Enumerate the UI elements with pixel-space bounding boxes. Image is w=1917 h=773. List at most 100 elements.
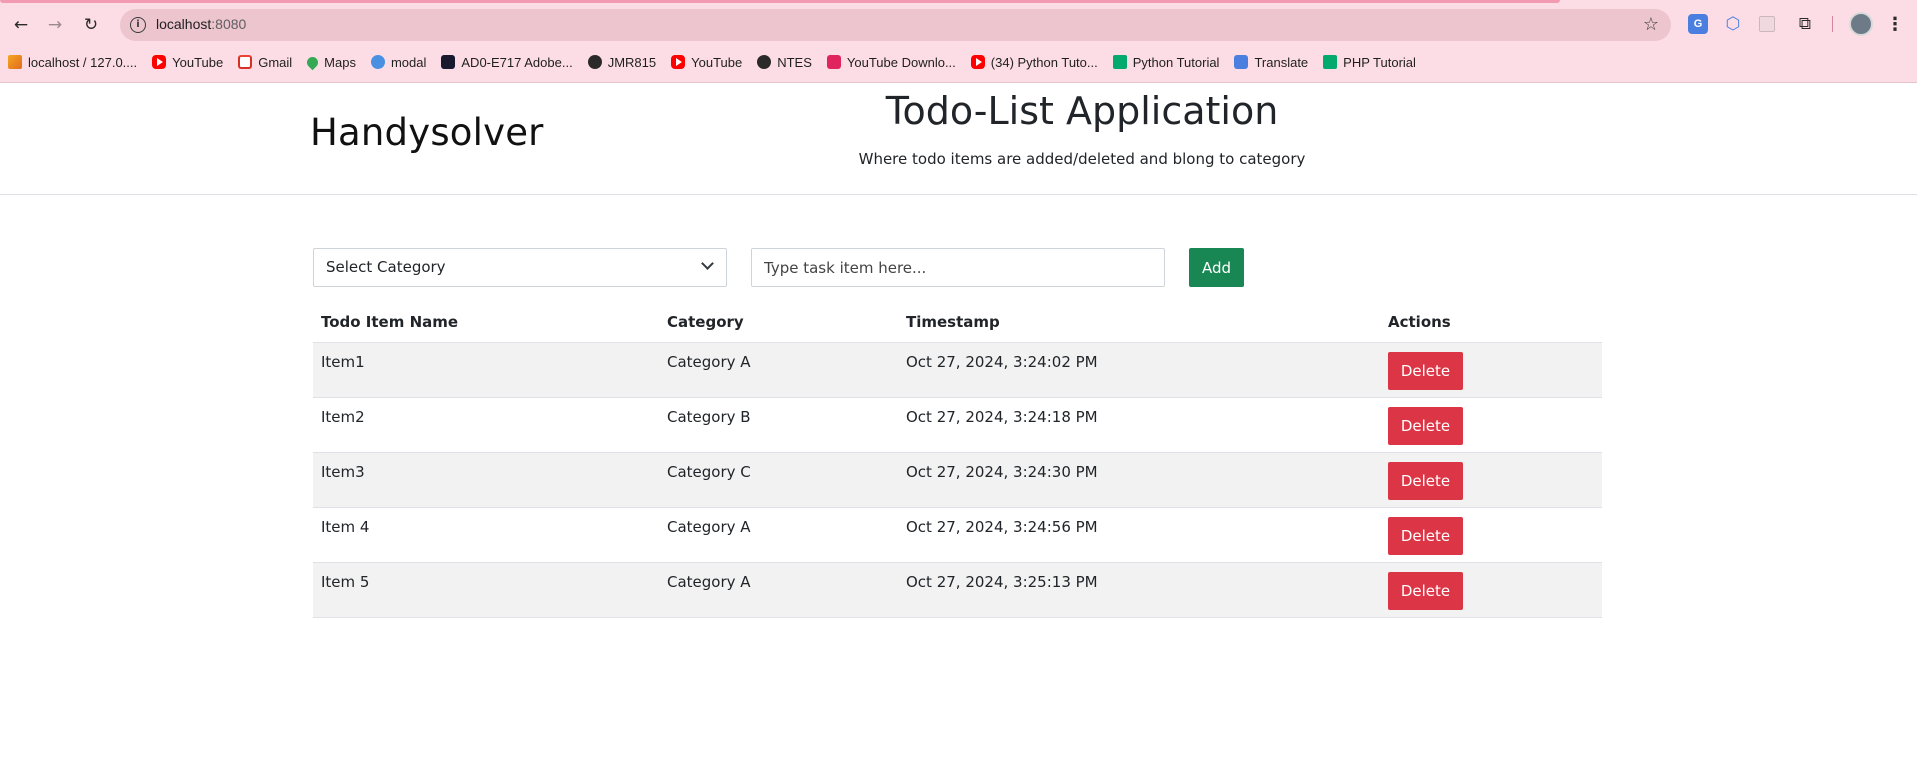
bookmark-label: localhost / 127.0....	[28, 54, 138, 70]
todo-item-category: Category A	[659, 507, 898, 563]
todo-item-name: Item1	[313, 342, 659, 398]
w3schools-icon	[1323, 55, 1338, 69]
address-url[interactable]: localhost:8080	[156, 16, 246, 32]
table-row: Item 4 Category A Oct 27, 2024, 3:24:56 PM…	[313, 507, 1602, 563]
todo-table-body: Item1 Category A Oct 27, 2024, 3:24:02 PM D…	[313, 342, 1602, 618]
bookmark-item[interactable]: JMR815	[587, 52, 657, 72]
delete-button[interactable]: Delete	[1388, 516, 1463, 555]
bookmark-item[interactable]: modal	[370, 52, 427, 72]
bookmark-item[interactable]: YouTube Downlo...	[826, 52, 956, 72]
url-host: localhost	[156, 16, 212, 32]
profile-avatar-icon[interactable]	[1849, 12, 1873, 36]
table-row: Item1 Category A Oct 27, 2024, 3:24:02 PM D…	[313, 342, 1602, 398]
bookmark-label: (34) Python Tuto...	[990, 54, 1098, 70]
translate-extension-icon[interactable]: G	[1688, 14, 1708, 34]
youtube-icon	[970, 55, 985, 69]
extension-grid-icon[interactable]	[1759, 16, 1775, 32]
todo-item-category: Category A	[659, 342, 898, 398]
todo-item-actions: Delete	[1380, 342, 1602, 398]
adobe-icon	[441, 55, 456, 69]
bookmark-label: YouTube	[691, 54, 743, 70]
todo-item-timestamp: Oct 27, 2024, 3:24:56 PM	[898, 507, 1380, 563]
todo-item-category: Category C	[659, 452, 898, 508]
bookmark-label: Gmail	[258, 54, 293, 70]
todo-item-timestamp: Oct 27, 2024, 3:25:13 PM	[898, 562, 1380, 618]
site-info-icon[interactable]: i	[130, 17, 146, 33]
todo-item-name: Item3	[313, 452, 659, 508]
xampp-icon	[8, 55, 22, 69]
brand-name: Handysolver	[310, 111, 544, 154]
bookmark-item[interactable]: YouTube	[152, 52, 223, 72]
maps-icon	[304, 54, 321, 70]
bookmark-item[interactable]: PHP Tutorial	[1323, 52, 1416, 72]
youtube-icon	[152, 55, 167, 69]
table-row: Item 5 Category A Oct 27, 2024, 3:25:13 PM…	[313, 562, 1602, 618]
bookmark-label: Python Tutorial	[1132, 54, 1220, 70]
todo-item-name: Item 5	[313, 562, 659, 618]
todo-table: Todo Item Name Category Timestamp Action…	[313, 302, 1602, 618]
toolbar-divider	[1832, 16, 1833, 32]
todo-item-timestamp: Oct 27, 2024, 3:24:30 PM	[898, 452, 1380, 508]
add-button[interactable]: Add	[1189, 248, 1244, 287]
globe-icon	[587, 55, 602, 69]
bookmark-item[interactable]: localhost / 127.0....	[8, 52, 137, 72]
translate-icon	[1234, 55, 1249, 69]
table-header-row: Todo Item Name Category Timestamp Action…	[313, 302, 1602, 343]
category-select-value: Select Category	[326, 258, 446, 276]
bookmark-label: Maps	[324, 54, 356, 70]
todo-item-actions: Delete	[1380, 562, 1602, 618]
bookmark-item[interactable]: NTES	[757, 52, 812, 72]
bookmark-item[interactable]: Translate	[1234, 52, 1308, 72]
bookmark-label: YouTube	[172, 54, 224, 70]
tab-strip-accent	[0, 0, 1560, 3]
bookmark-label: modal	[390, 54, 427, 70]
bookmark-item[interactable]: Gmail	[238, 52, 292, 72]
todo-item-actions: Delete	[1380, 507, 1602, 563]
reload-icon[interactable]: ↻	[78, 12, 104, 38]
back-icon[interactable]: ←	[8, 12, 34, 38]
todo-item-timestamp: Oct 27, 2024, 3:24:18 PM	[898, 397, 1380, 453]
page-subtitle: Where todo items are added/deleted and b…	[858, 150, 1306, 168]
header-actions: Actions	[1380, 302, 1602, 343]
bookmark-item[interactable]: Python Tutorial	[1112, 52, 1220, 72]
forward-icon[interactable]: →	[42, 12, 68, 38]
delete-button[interactable]: Delete	[1388, 571, 1463, 610]
todo-item-actions: Delete	[1380, 452, 1602, 508]
bookmark-label: Translate	[1254, 54, 1309, 70]
globe-icon	[757, 55, 772, 69]
todo-item-actions: Delete	[1380, 397, 1602, 453]
youtube-icon	[671, 55, 686, 69]
bookmark-item[interactable]: (34) Python Tuto...	[970, 52, 1098, 72]
modal-icon	[370, 55, 385, 69]
address-bar[interactable]: i localhost:8080 ☆	[120, 9, 1671, 41]
bookmarks-bar: localhost / 127.0.... YouTube Gmail Maps mod…	[8, 52, 1431, 72]
browser-menu-icon[interactable]: ⋮	[1885, 14, 1905, 35]
extension-hexagon-icon[interactable]: ⬡	[1723, 14, 1743, 34]
delete-button[interactable]: Delete	[1388, 461, 1463, 500]
download-icon	[826, 55, 841, 69]
bookmark-label: JMR815	[607, 54, 657, 70]
page-header: Handysolver Todo-List Application Where …	[0, 83, 1917, 195]
header-todo-item-name: Todo Item Name	[313, 302, 659, 343]
add-todo-form: Select Category Add	[0, 248, 1917, 288]
header-timestamp: Timestamp	[898, 302, 1380, 343]
url-port: :8080	[211, 16, 247, 32]
todo-item-timestamp: Oct 27, 2024, 3:24:02 PM	[898, 342, 1380, 398]
delete-button[interactable]: Delete	[1388, 406, 1463, 445]
category-select[interactable]: Select Category	[313, 248, 727, 287]
todo-item-name: Item2	[313, 397, 659, 453]
bookmark-item[interactable]: AD0-E717 Adobe...	[441, 52, 573, 72]
task-input[interactable]	[751, 248, 1165, 287]
table-row: Item2 Category B Oct 27, 2024, 3:24:18 PM D…	[313, 397, 1602, 453]
extensions-puzzle-icon[interactable]: ⧉	[1795, 14, 1815, 34]
browser-chrome: ← → ↻ i localhost:8080 ☆ G ⬡ ⧉ ⋮ localho…	[0, 0, 1917, 83]
todo-item-category: Category A	[659, 562, 898, 618]
bookmark-star-icon[interactable]: ☆	[1643, 14, 1659, 35]
bookmark-item[interactable]: YouTube	[671, 52, 742, 72]
chevron-down-icon	[701, 257, 714, 270]
page-title: Todo-List Application	[885, 89, 1279, 133]
delete-button[interactable]: Delete	[1388, 351, 1463, 390]
gmail-icon	[238, 55, 253, 69]
bookmark-item[interactable]: Maps	[304, 52, 356, 72]
bookmark-label: AD0-E717 Adobe...	[461, 54, 573, 70]
